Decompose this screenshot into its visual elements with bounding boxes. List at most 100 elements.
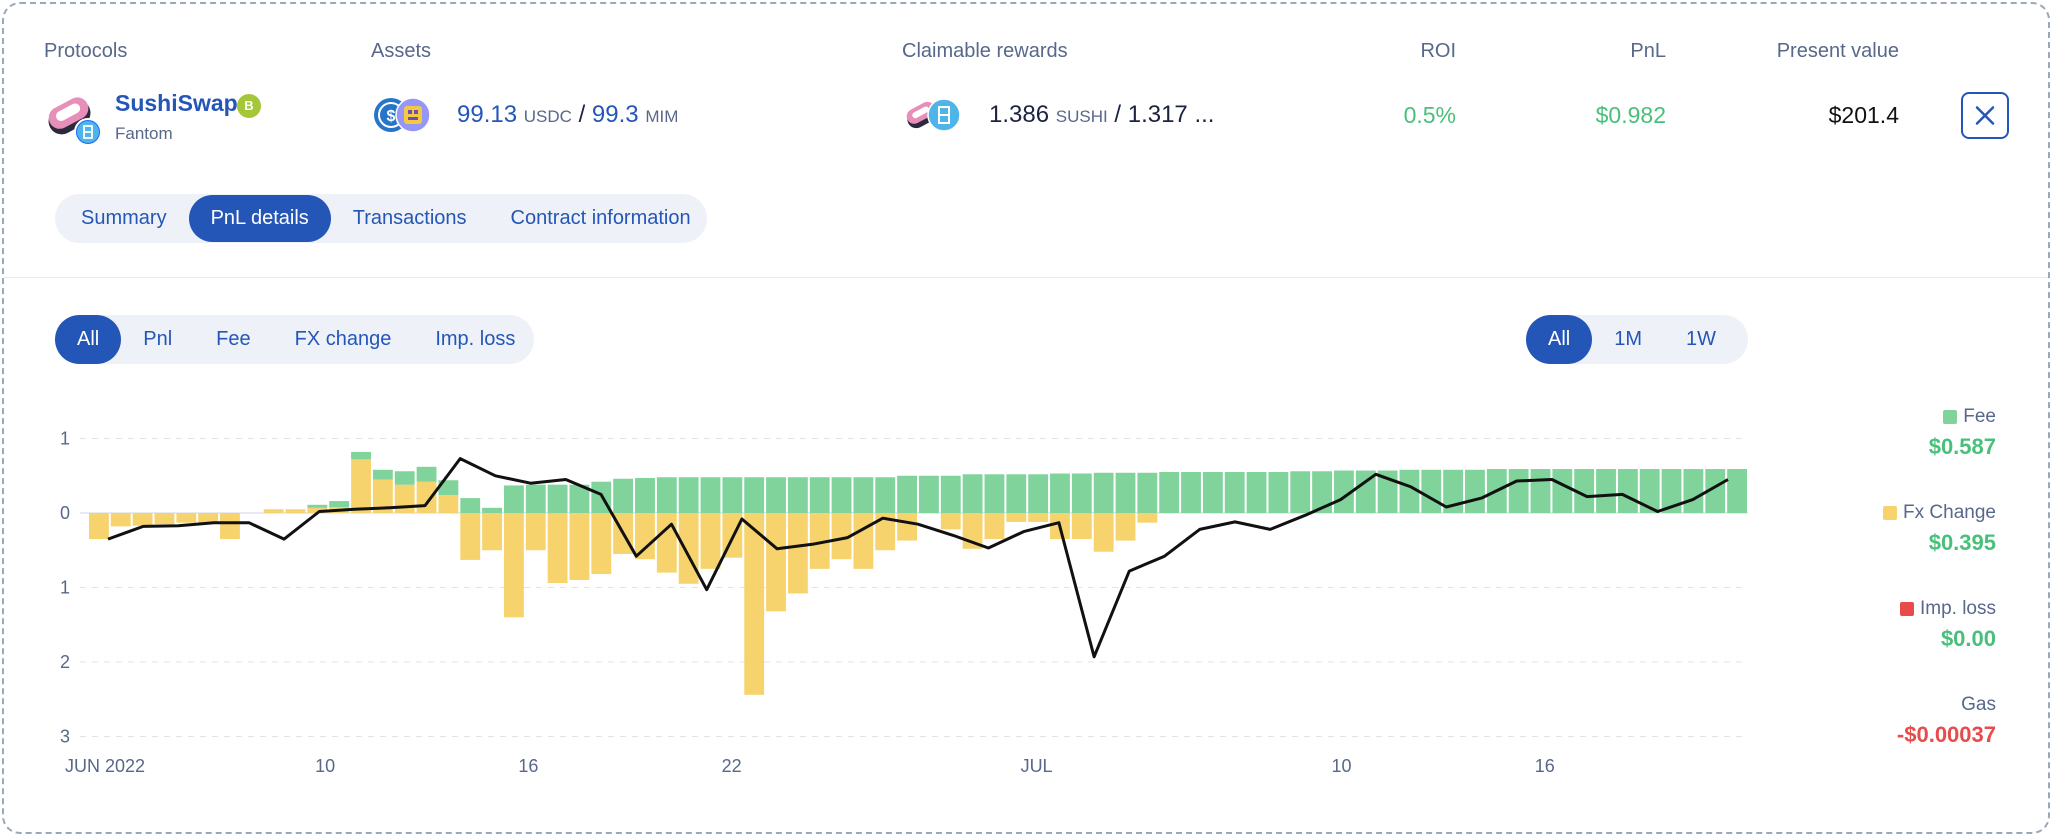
fee-bar [460,498,481,513]
fee-bar [744,477,765,513]
fx-bar [569,513,590,581]
x-tick-label: 16 [518,756,538,776]
x-tick-label: JUN 2022 [65,756,145,776]
fee-bar [525,484,546,513]
fx-bar [416,481,437,513]
fee-bar [1246,472,1267,513]
fee-bar [1115,472,1136,513]
fee-bar [1202,472,1223,513]
fx-bar [89,513,109,540]
fee-bar [416,466,437,482]
y-tick-label: 2 [60,652,70,672]
y-tick-label: 1 [60,578,70,598]
fee-bar [394,471,415,485]
x-tick-label: 22 [722,756,742,776]
fee-bar [329,501,350,508]
fee-bar [722,477,743,513]
fee-bar [1071,473,1092,513]
fx-bar [504,513,524,618]
fx-swatch [1883,506,1898,520]
fx-bar [635,513,655,560]
fx-bar [984,513,1005,540]
fx-bar [853,513,874,569]
legend-fx-value: $0.395 [1928,530,1996,555]
fee-bar [1290,471,1311,513]
fee-bar [875,477,896,513]
x-tick-label: 10 [315,756,335,776]
pnl-line [107,457,1729,659]
fx-bar [591,513,612,575]
fee-bar [1159,472,1180,513]
fee-bar [1181,472,1201,513]
y-tick-label: 3 [60,727,70,747]
fee-bar [962,474,983,513]
legend-fee-value: $0.587 [1928,434,1996,459]
fx-bar [351,459,371,513]
fee-bar [1552,469,1573,513]
fx-bar [1006,513,1027,522]
fee-bar [307,504,328,508]
fee-bar [1727,469,1747,513]
fx-bar [547,513,568,584]
y-tick-label: 1 [60,429,70,449]
fx-bar [1028,513,1049,522]
fee-bar [1093,472,1114,513]
legend-imp-loss: Imp. loss $0.00 [1899,598,1996,652]
fx-bar [744,513,765,695]
fee-bar [1137,472,1158,513]
fee-bar [1508,469,1529,513]
fee-bar [1465,469,1485,513]
legend-gas-label: Gas [1961,694,1996,715]
fee-bar [656,477,677,513]
fee-bar [1617,469,1638,513]
fee-bar [1268,472,1289,513]
fx-bar [176,513,197,523]
fx-bar [678,513,699,584]
fee-bar [700,477,721,513]
fee-bar [940,475,961,513]
fee-bar [919,475,939,513]
fx-bar [132,513,153,526]
fx-bar [787,513,808,594]
fx-bar [460,513,481,560]
legend-imp-label: Imp. loss [1919,598,1996,619]
fee-bar [1421,469,1442,513]
fx-bar [263,509,284,513]
fx-bar [1071,513,1092,540]
fee-bar [1050,473,1070,513]
fee-bar [372,469,393,480]
fee-bar [787,477,808,513]
fx-bar [766,513,786,612]
fee-bar [1224,472,1245,513]
fee-swatch [1943,410,1958,424]
fee-bar [613,478,634,513]
fee-bar [1530,469,1551,513]
fee-bar [351,451,371,460]
legend-fee: Fee $0.587 [1929,406,1996,460]
fx-bar [110,513,131,527]
fee-bar [831,477,852,513]
fee-bar [809,477,830,513]
fee-bar [1006,474,1027,513]
legend-fee-label: Fee [1963,406,1996,427]
fee-bar [984,474,1005,513]
legend-fx-change: Fx Change $0.395 [1883,502,1996,556]
fx-bar [525,513,546,551]
fx-bar [482,513,502,551]
fx-bar [154,513,175,525]
legend-gas-value: -$0.00037 [1896,722,1996,747]
fx-bar [1115,513,1136,541]
fx-bar [1093,513,1114,552]
fee-bar [897,475,917,513]
fx-bar [897,513,917,541]
fee-bar [853,477,874,513]
x-tick-label: 10 [1331,756,1351,776]
x-tick-label: JUL [1021,756,1053,776]
fee-bar [504,485,524,513]
fee-bar [635,477,655,513]
legend-gas: Gas -$0.00037 [1897,694,1996,748]
fee-bar [482,507,502,513]
fx-bar [220,513,240,540]
fee-bar [1596,469,1616,513]
fee-bar [547,484,568,513]
